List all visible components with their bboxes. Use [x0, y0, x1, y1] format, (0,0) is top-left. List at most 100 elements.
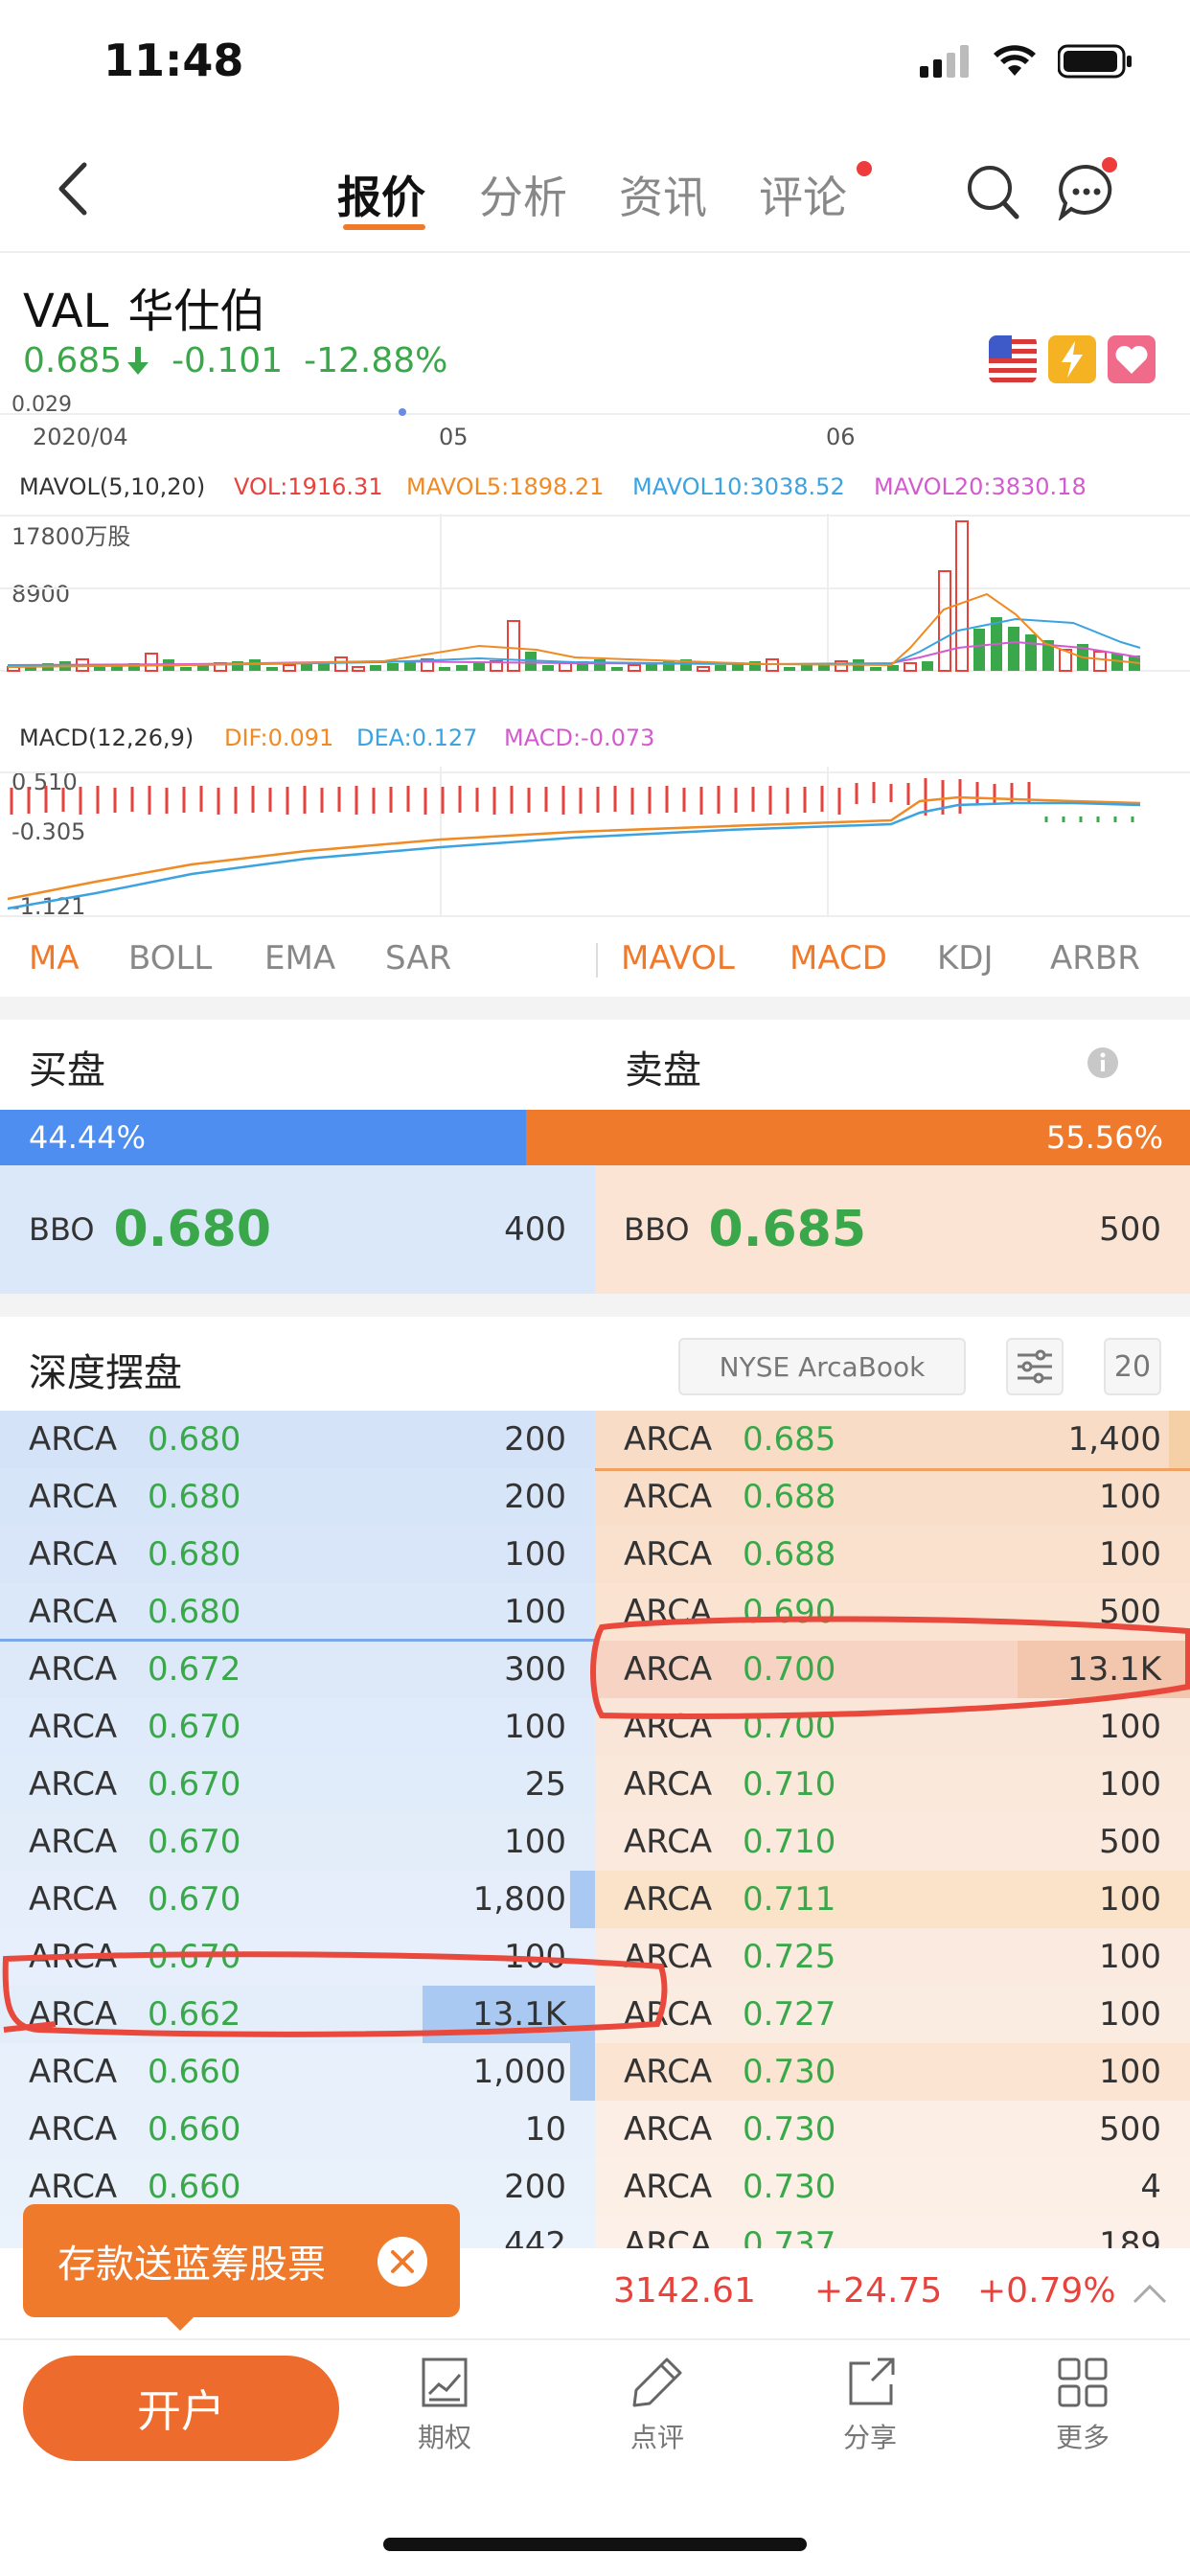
bid-row[interactable]: ARCA 0.680 100 — [0, 1583, 595, 1641]
depth-settings-button[interactable] — [1006, 1338, 1064, 1395]
ind-tab-sar[interactable]: SAR — [385, 939, 451, 978]
battery-icon — [1058, 44, 1132, 79]
section-gap — [0, 997, 1190, 1020]
search-icon[interactable] — [966, 163, 1019, 220]
bid-row[interactable]: ARCA 0.680 200 — [0, 1468, 595, 1526]
order-size: 100 — [1099, 2053, 1161, 2091]
mavol-title: MAVOL(5,10,20) — [19, 473, 206, 500]
depth-levels-button[interactable]: 20 — [1104, 1338, 1161, 1395]
tool-share[interactable]: 分享 — [812, 2354, 927, 2455]
volume-bar — [439, 667, 450, 671]
nav-divider — [0, 251, 1190, 253]
exchange-label: ARCA — [624, 1708, 713, 1746]
bid-row[interactable]: ARCA 0.660 10 — [0, 2101, 595, 2158]
ask-row[interactable]: ARCA 0.730 4 — [595, 2158, 1190, 2216]
bid-row[interactable]: ARCA 0.670 25 — [0, 1756, 595, 1813]
exchange-label: ARCA — [29, 1478, 118, 1516]
ask-row[interactable]: ARCA 0.710 100 — [595, 1756, 1190, 1813]
tab-comments[interactable]: 评论 — [759, 163, 847, 226]
ask-row[interactable]: ARCA 0.710 500 — [595, 1813, 1190, 1871]
ind-tab-ma[interactable]: MA — [29, 939, 80, 978]
size-depth-fill — [1169, 1411, 1190, 1468]
index-change: +24.75 — [814, 2271, 943, 2311]
chevron-up-icon[interactable] — [1133, 2283, 1167, 2304]
lightning-badge-icon[interactable] — [1048, 335, 1096, 383]
ind-tab-boll[interactable]: BOLL — [128, 939, 212, 978]
ask-book: ARCA 0.685 1,400 ARCA 0.688 100 ARCA 0.688 100 AR… — [595, 1411, 1190, 2273]
order-size: 100 — [504, 1593, 566, 1631]
tool-more-label: 更多 — [1055, 2422, 1110, 2453]
tool-options[interactable]: 期权 — [387, 2354, 502, 2455]
kline-chart[interactable] — [0, 395, 1190, 462]
bid-row[interactable]: ARCA 0.670 100 — [0, 1928, 595, 1986]
tool-options-label: 期权 — [417, 2422, 471, 2453]
order-size: 4 — [1140, 2168, 1161, 2206]
volume-bar — [404, 661, 416, 671]
buy-sell-ratio-bar: 44.44% 55.56% — [0, 1110, 1190, 1165]
order-size: 100 — [1099, 1535, 1161, 1574]
order-size: 1,000 — [472, 2053, 566, 2091]
order-price: 0.700 — [743, 1650, 836, 1689]
exchange-label: ARCA — [624, 1650, 713, 1689]
ind-tab-mavol[interactable]: MAVOL — [621, 939, 735, 978]
volume-bar — [94, 667, 105, 671]
bid-row[interactable]: ARCA 0.670 1,800 — [0, 1871, 595, 1928]
bid-row[interactable]: ARCA 0.680 200 — [0, 1411, 595, 1468]
macd-chart[interactable] — [0, 767, 1190, 920]
mavol10-value: MAVOL10:3038.52 — [632, 473, 845, 500]
promo-banner[interactable]: 存款送蓝筹股票 — [23, 2204, 460, 2317]
open-account-button[interactable]: 开户 — [23, 2356, 339, 2461]
bid-row[interactable]: ARCA 0.670 100 — [0, 1813, 595, 1871]
bbo-bid: BBO 0.680 400 — [0, 1165, 595, 1294]
tab-analysis[interactable]: 分析 — [479, 163, 567, 226]
mavol20-value: MAVOL20:3830.18 — [874, 473, 1087, 500]
volume-bar — [387, 663, 399, 671]
ask-row[interactable]: ARCA 0.688 100 — [595, 1526, 1190, 1583]
us-flag-icon[interactable] — [989, 335, 1037, 383]
tab-quote[interactable]: 报价 — [337, 163, 425, 226]
best-ask-line — [595, 1468, 1190, 1471]
badges — [989, 335, 1156, 383]
ask-row[interactable]: ARCA 0.711 100 — [595, 1871, 1190, 1928]
ask-row[interactable]: ARCA 0.727 100 — [595, 1986, 1190, 2043]
tool-more[interactable]: 更多 — [1025, 2354, 1140, 2455]
bid-row[interactable]: ARCA 0.670 100 — [0, 1698, 595, 1756]
order-size: 100 — [504, 1823, 566, 1861]
order-price: 0.660 — [148, 2168, 241, 2206]
bid-row[interactable]: ARCA 0.680 100 — [0, 1526, 595, 1583]
order-price: 0.670 — [148, 1880, 241, 1919]
ask-row[interactable]: ARCA 0.700 13.1K — [595, 1641, 1190, 1698]
ind-tab-macd[interactable]: MACD — [790, 939, 887, 978]
ind-tab-ema[interactable]: EMA — [264, 939, 335, 978]
promo-close-button[interactable] — [378, 2237, 427, 2287]
ask-row[interactable]: ARCA 0.730 500 — [595, 2101, 1190, 2158]
tool-review[interactable]: 点评 — [600, 2354, 715, 2455]
exchange-label: ARCA — [29, 1823, 118, 1861]
ind-tab-kdj[interactable]: KDJ — [937, 939, 994, 978]
ask-row[interactable]: ARCA 0.730 100 — [595, 2043, 1190, 2101]
bid-row[interactable]: ARCA 0.672 300 — [0, 1641, 595, 1698]
exchange-label: ARCA — [29, 1880, 118, 1919]
volume-bar — [283, 664, 296, 672]
order-price: 0.730 — [743, 2110, 836, 2149]
ask-row[interactable]: ARCA 0.688 100 — [595, 1468, 1190, 1526]
bbo-ask-size: 500 — [1099, 1210, 1161, 1249]
favorite-heart-icon[interactable] — [1108, 335, 1156, 383]
order-price: 0.710 — [743, 1823, 836, 1861]
ask-row[interactable]: ARCA 0.690 500 — [595, 1583, 1190, 1641]
mavol-vol: VOL:1916.31 — [234, 473, 383, 500]
bid-row[interactable]: ARCA 0.660 1,000 — [0, 2043, 595, 2101]
ind-tab-arbr[interactable]: ARBR — [1050, 939, 1140, 978]
mavol-chart[interactable] — [0, 514, 1190, 677]
info-icon[interactable] — [1087, 1046, 1119, 1079]
back-icon[interactable] — [46, 155, 103, 222]
tab-news[interactable]: 资讯 — [619, 163, 707, 226]
ask-row[interactable]: ARCA 0.700 100 — [595, 1698, 1190, 1756]
ask-row[interactable]: ARCA 0.725 100 — [595, 1928, 1190, 1986]
depth-source-selector[interactable]: NYSE ArcaBook — [678, 1338, 966, 1395]
order-price: 0.700 — [743, 1708, 836, 1746]
bid-row[interactable]: ARCA 0.662 13.1K — [0, 1986, 595, 2043]
ask-row[interactable]: ARCA 0.685 1,400 — [595, 1411, 1190, 1468]
bid-book: ARCA 0.680 200 ARCA 0.680 200 ARCA 0.680 100 ARCA… — [0, 1411, 595, 2273]
exchange-label: ARCA — [29, 2053, 118, 2091]
